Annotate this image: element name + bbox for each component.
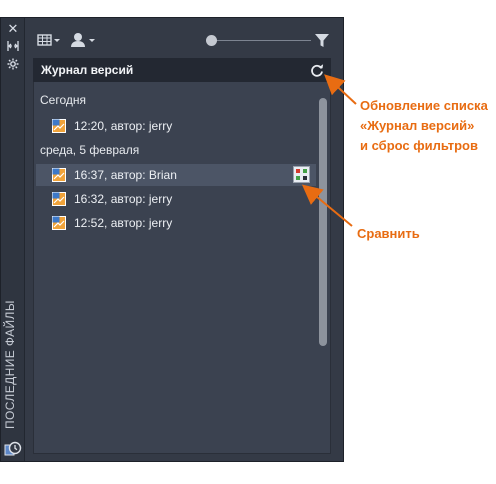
settings-gear-icon[interactable] (5, 58, 21, 72)
close-icon[interactable]: ✕ (5, 22, 21, 36)
version-history-palette: ✕ ПОСЛЕДНИЕ ФАЙЛЫ Журнал версий Сегодня … (0, 17, 344, 462)
user-icon (71, 33, 95, 47)
drawing-file-icon (52, 192, 66, 206)
view-mode-dropdown[interactable] (37, 30, 63, 50)
refresh-callout: Обновление списка «Журнал версий» и сбро… (360, 96, 488, 156)
user-filter-dropdown[interactable] (69, 30, 99, 50)
compare-icon[interactable] (293, 166, 310, 183)
scrollbar-thumb[interactable] (319, 98, 327, 346)
filter-icon[interactable] (313, 30, 333, 50)
version-label: 16:32, автор: jerry (74, 192, 173, 206)
drawing-file-icon (52, 216, 66, 230)
refresh-callout-line: Обновление списка (360, 98, 488, 113)
palette-title-strip: ✕ ПОСЛЕДНИЕ ФАЙЛЫ (1, 18, 25, 461)
drawing-file-icon (52, 119, 66, 133)
version-row[interactable]: 16:32, автор: jerry (36, 188, 316, 210)
palette-side-title: ПОСЛЕДНИЕ ФАЙЛЫ (3, 300, 17, 429)
version-label: 12:20, автор: jerry (74, 119, 173, 133)
group-label-today: Сегодня (40, 93, 86, 107)
version-label: 16:37, автор: Brian (74, 168, 177, 182)
refresh-icon[interactable] (309, 62, 325, 78)
palette-toolbar (31, 28, 337, 54)
version-list: Сегодня 12:20, автор: jerry среда, 5 фев… (33, 82, 331, 454)
palette-header: Журнал версий (33, 58, 331, 82)
version-label: 12:52, автор: jerry (74, 216, 173, 230)
drawing-file-icon (52, 168, 66, 182)
refresh-callout-line: и сброс фильтров (360, 138, 478, 153)
vertical-scrollbar[interactable] (318, 86, 328, 450)
compare-callout: Сравнить (357, 226, 420, 241)
grid-view-icon (37, 34, 60, 46)
dock-toggle-icon[interactable] (5, 40, 21, 54)
zoom-slider-track[interactable] (211, 40, 311, 41)
zoom-slider-knob[interactable] (206, 35, 217, 46)
recent-files-clock-icon[interactable] (4, 439, 22, 457)
version-row[interactable]: 12:52, автор: jerry (36, 212, 316, 234)
group-label-date: среда, 5 февраля (40, 143, 140, 157)
palette-header-title: Журнал версий (41, 63, 134, 77)
refresh-callout-line: «Журнал версий» (360, 118, 475, 133)
version-row-selected[interactable]: 16:37, автор: Brian (36, 164, 316, 186)
version-row[interactable]: 12:20, автор: jerry (36, 115, 316, 137)
